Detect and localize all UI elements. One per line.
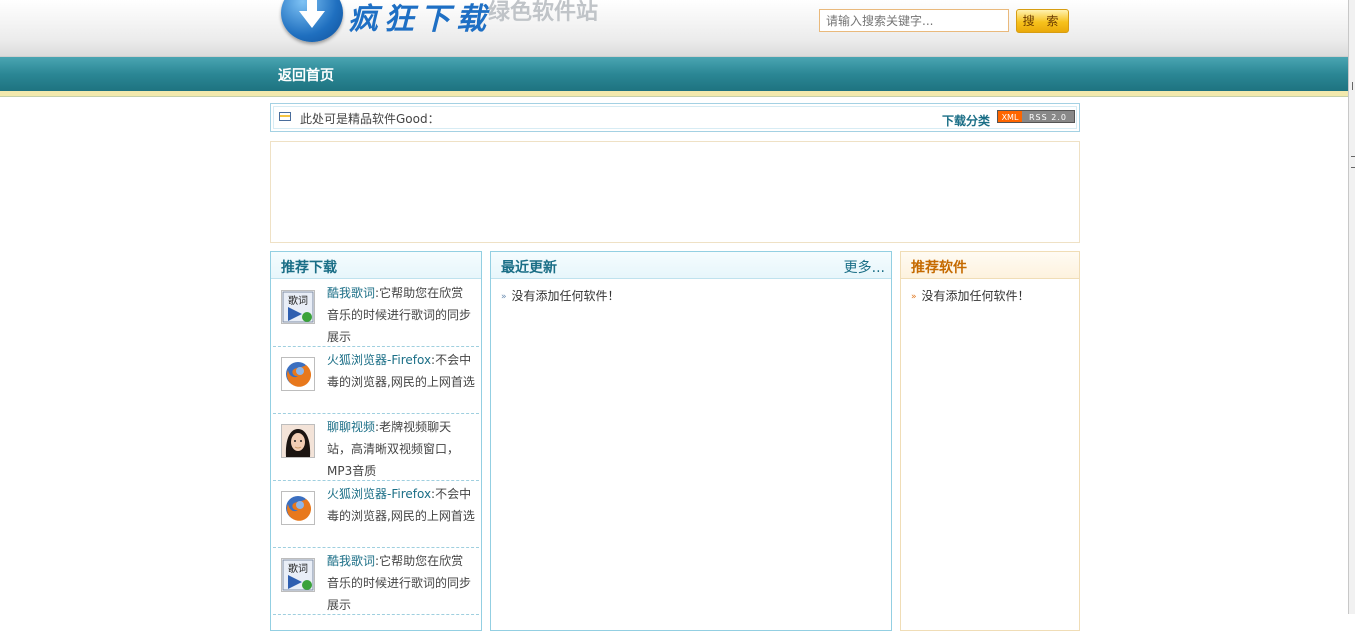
bullet-icon: » [911,292,917,302]
software-name-link[interactable]: 火狐浏览器-Firefox [327,353,431,367]
banner-area [270,141,1080,243]
download-arrow-icon [299,0,325,28]
recommend-downloads-panel: 推荐下载 歌词 酷我歌词:它帮助您在欣赏音乐的时候进行歌词的同步展示 火狐浏览器… [270,251,482,631]
notice-bar: 此处可是精品软件Good： 下载分类 XML RSS 2.0 [270,103,1080,132]
bullet-icon: » [501,292,507,302]
download-category-link[interactable]: 下载分类 [942,112,990,129]
scrollbar[interactable] [1348,0,1355,614]
list-item-text: 聊聊视频:老牌视频聊天站，高清晰双视频窗口，MP3音质 [327,420,460,478]
list-item-text: 酷我歌词:它帮助您在欣赏音乐的时候进行歌词的同步展示 [327,554,472,612]
list-item[interactable]: 聊聊视频:老牌视频聊天站，高清晰双视频窗口，MP3音质 [273,414,479,481]
software-name-link[interactable]: 酷我歌词 [327,554,375,568]
scroll-grip-icon [1351,156,1355,168]
empty-text: 没有添加任何软件！ [511,289,620,303]
rss-badge[interactable]: XML RSS 2.0 [997,110,1075,123]
nav-divider [0,91,1348,97]
list-item[interactable]: 歌词 酷我歌词:它帮助您在欣赏音乐的时候进行歌词的同步展示 [273,548,479,615]
lyrics-icon[interactable]: 歌词 [281,558,315,592]
panel-header: 推荐软件 [901,252,1079,279]
list-item-text: 火狐浏览器-Firefox:不会中毒的浏览器,网民的上网首选 [327,353,475,389]
rss-version-label: RSS 2.0 [1022,111,1074,122]
recommend-downloads-title: 推荐下载 [281,260,337,276]
video-chat-avatar[interactable] [281,424,315,458]
software-name-link[interactable]: 酷我歌词 [327,286,375,300]
latest-updates-panel: 最近更新 更多... » 没有添加任何软件！ [490,251,892,631]
list-item[interactable]: 火狐浏览器-Firefox:不会中毒的浏览器,网民的上网首选 [273,347,479,414]
rss-xml-label: XML [998,111,1022,122]
software-name-link[interactable]: 聊聊视频 [327,420,375,434]
search-button[interactable]: 搜 索 [1016,9,1069,33]
empty-text: 没有添加任何软件！ [921,289,1030,303]
logo-subtitle: 绿色软件站 [488,0,599,25]
recommend-software-title: 推荐软件 [911,260,967,276]
software-name-link[interactable]: 火狐浏览器-Firefox [327,487,431,501]
empty-list-message: » 没有添加任何软件！ [501,287,620,304]
firefox-icon[interactable] [281,491,315,525]
latest-updates-title: 最近更新 [501,260,557,276]
nav-home-link[interactable]: 返回首页 [278,65,334,85]
recommend-software-panel: 推荐软件 » 没有添加任何软件！ [900,251,1080,631]
list-item-text: 火狐浏览器-Firefox:不会中毒的浏览器,网民的上网首选 [327,487,475,523]
firefox-icon[interactable] [281,357,315,391]
empty-list-message: » 没有添加任何软件！ [911,287,1030,304]
svg-text:歌词: 歌词 [288,294,308,307]
notice-icon [279,112,291,121]
list-item-text: 酷我歌词:它帮助您在欣赏音乐的时候进行歌词的同步展示 [327,286,472,344]
svg-text:歌词: 歌词 [288,562,308,575]
list-item[interactable]: 火狐浏览器-Firefox:不会中毒的浏览器,网民的上网首选 [273,481,479,548]
search-input[interactable] [819,9,1009,32]
list-item[interactable]: 歌词 酷我歌词:它帮助您在欣赏音乐的时候进行歌词的同步展示 [273,280,479,347]
main-nav [0,57,1348,91]
notice-text: 此处可是精品软件Good： [300,112,440,126]
logo-title[interactable]: 疯狂下载 [348,0,492,38]
more-link[interactable]: 更多... [844,257,885,277]
site-header [0,0,1348,57]
lyrics-icon[interactable]: 歌词 [281,290,315,324]
panel-header: 最近更新 更多... [491,252,891,279]
panel-header: 推荐下载 [271,252,481,279]
